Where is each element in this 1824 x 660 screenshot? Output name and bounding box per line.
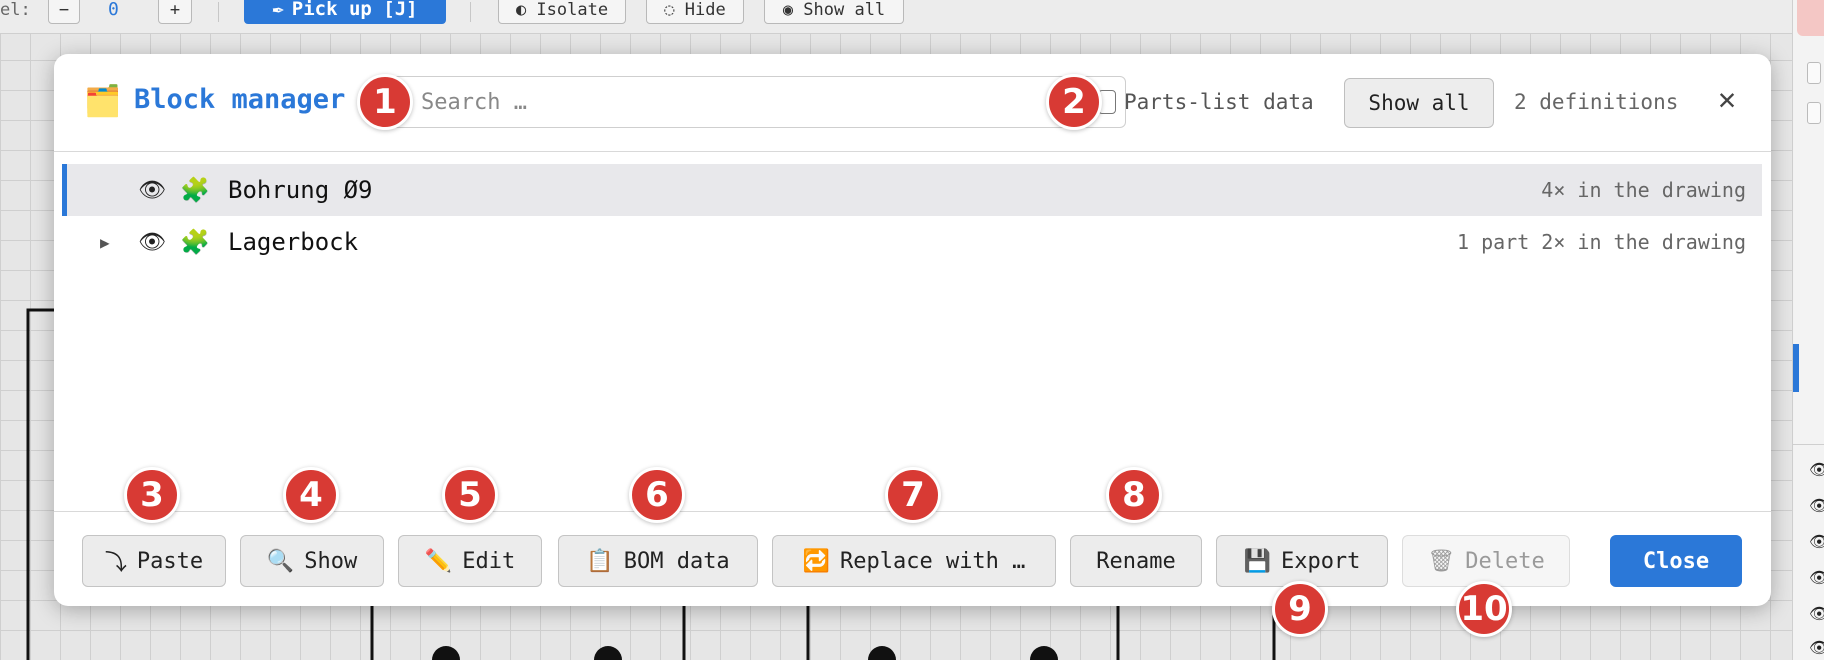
eye-icon[interactable]: 👁 [1809, 496, 1824, 515]
pick-up-button[interactable]: ✒ Pick up [J] [244, 0, 446, 24]
increment-button[interactable]: + [158, 0, 192, 24]
isolate-button[interactable]: ◐ Isolate [498, 0, 626, 24]
bom-data-button[interactable]: 📋 BOM data [558, 535, 758, 587]
folder-icon: 🗂️ [84, 84, 122, 119]
panel-control[interactable] [1807, 102, 1821, 124]
annotation-badge-4: 4 [283, 467, 339, 523]
main-toolbar: el: − 0 + ✒ Pick up [J] ◐ Isolate ◌ Hide… [0, 0, 1824, 34]
panel-active-marker [1793, 344, 1799, 392]
panel-control[interactable] [1807, 62, 1821, 84]
eye-icon[interactable]: 👁 [1809, 604, 1824, 623]
annotation-badge-2: 2 [1046, 74, 1102, 130]
annotation-badge-5: 5 [442, 467, 498, 523]
toolbar-divider [218, 2, 219, 22]
annotation-badge-10: 10 [1456, 581, 1512, 637]
annotation-badge-9: 9 [1272, 581, 1328, 637]
close-label: Close [1642, 548, 1710, 574]
show-button[interactable]: 🔍 Show [240, 535, 384, 587]
show-label: Show [304, 548, 358, 574]
annotation-badge-3: 3 [124, 467, 180, 523]
replace-with-label: Replace with … [839, 548, 1026, 574]
delete-label: Delete [1465, 548, 1545, 574]
eye-icon[interactable]: 👁 [138, 178, 166, 203]
replace-with-button[interactable]: 🔁 Replace with … [772, 535, 1056, 587]
hide-button[interactable]: ◌ Hide [646, 0, 744, 24]
close-icon[interactable]: ✕ [1718, 82, 1736, 117]
trash-icon: 🗑 [1427, 548, 1456, 574]
floppy-disk-icon: 💾 [1243, 548, 1271, 574]
dialog-footer: ⤵ Paste 🔍 Show ✏️ Edit 📋 BOM data 🔁 Repl… [54, 511, 1771, 606]
right-panel: 👁 👁 👁 👁 👁 👁 [1792, 0, 1824, 660]
puzzle-icon: 🧩 [180, 228, 210, 256]
block-usage: 4× in the drawing [1541, 178, 1746, 202]
level-value[interactable]: 0 [108, 0, 119, 20]
export-button[interactable]: 💾 Export [1216, 535, 1388, 587]
repeat-icon: 🔁 [802, 548, 830, 574]
rename-button[interactable]: Rename [1070, 535, 1202, 587]
eye-icon[interactable]: 👁 [1809, 460, 1824, 479]
pick-up-label: Pick up [J] [291, 0, 418, 20]
edit-button[interactable]: ✏️ Edit [398, 535, 542, 587]
close-button[interactable]: Close [1610, 535, 1742, 587]
paste-label: Paste [136, 548, 204, 574]
block-name: Bohrung Ø9 [228, 176, 373, 204]
panel-tab[interactable] [1797, 0, 1824, 36]
clipboard-icon: 📋 [586, 548, 614, 574]
level-label: el: [0, 0, 31, 20]
delete-button[interactable]: 🗑 Delete [1402, 535, 1570, 587]
annotation-badge-6: 6 [629, 467, 685, 523]
bom-data-label: BOM data [623, 548, 730, 574]
block-list: 👁 🧩 Bohrung Ø9 4× in the drawing ▶ 👁 🧩 L… [62, 164, 1762, 268]
parts-list-toggle[interactable]: Parts-list data [1098, 90, 1314, 114]
rename-label: Rename [1096, 548, 1176, 574]
paste-button[interactable]: ⤵ Paste [82, 535, 226, 587]
parts-list-label: Parts-list data [1124, 90, 1314, 114]
block-row-lagerbock[interactable]: ▶ 👁 🧩 Lagerbock 1 part 2× in the drawing [62, 216, 1762, 268]
block-manager-dialog: 🗂️ Block manager Parts-list data Show al… [54, 54, 1771, 606]
annotation-badge-1: 1 [357, 74, 413, 130]
pencil-icon: ✏️ [424, 548, 453, 574]
edit-label: Edit [462, 548, 516, 574]
show-all-button[interactable]: Show all [1344, 78, 1494, 128]
annotation-badge-7: 7 [885, 467, 941, 523]
dialog-title: Block manager [134, 84, 346, 115]
search-icon: 🔍 [266, 548, 295, 574]
eye-icon[interactable]: 👁 [1809, 568, 1824, 587]
expand-toggle[interactable]: ▶ [100, 233, 110, 252]
puzzle-icon: 🧩 [180, 176, 210, 204]
block-usage: 1 part 2× in the drawing [1457, 230, 1746, 254]
eye-icon[interactable]: 👁 [138, 230, 166, 255]
block-row-bohrung[interactable]: 👁 🧩 Bohrung Ø9 4× in the drawing [62, 164, 1762, 216]
paste-icon: ⤵ [104, 551, 127, 576]
eye-icon[interactable]: 👁 [1809, 532, 1824, 551]
dialog-header: 🗂️ Block manager Parts-list data Show al… [54, 54, 1771, 152]
block-name: Lagerbock [228, 228, 359, 256]
search-input[interactable] [382, 76, 1126, 128]
decrement-button[interactable]: − [48, 0, 80, 24]
definitions-count: 2 definitions [1514, 90, 1679, 114]
show-all-toolbar-button[interactable]: ◉ Show all [764, 0, 904, 24]
panel-divider [1793, 444, 1824, 445]
eye-icon[interactable]: 👁 [1809, 638, 1824, 657]
pen-icon: ✒ [272, 0, 284, 20]
export-label: Export [1280, 548, 1361, 574]
annotation-badge-8: 8 [1106, 467, 1162, 523]
toolbar-divider [470, 2, 471, 22]
